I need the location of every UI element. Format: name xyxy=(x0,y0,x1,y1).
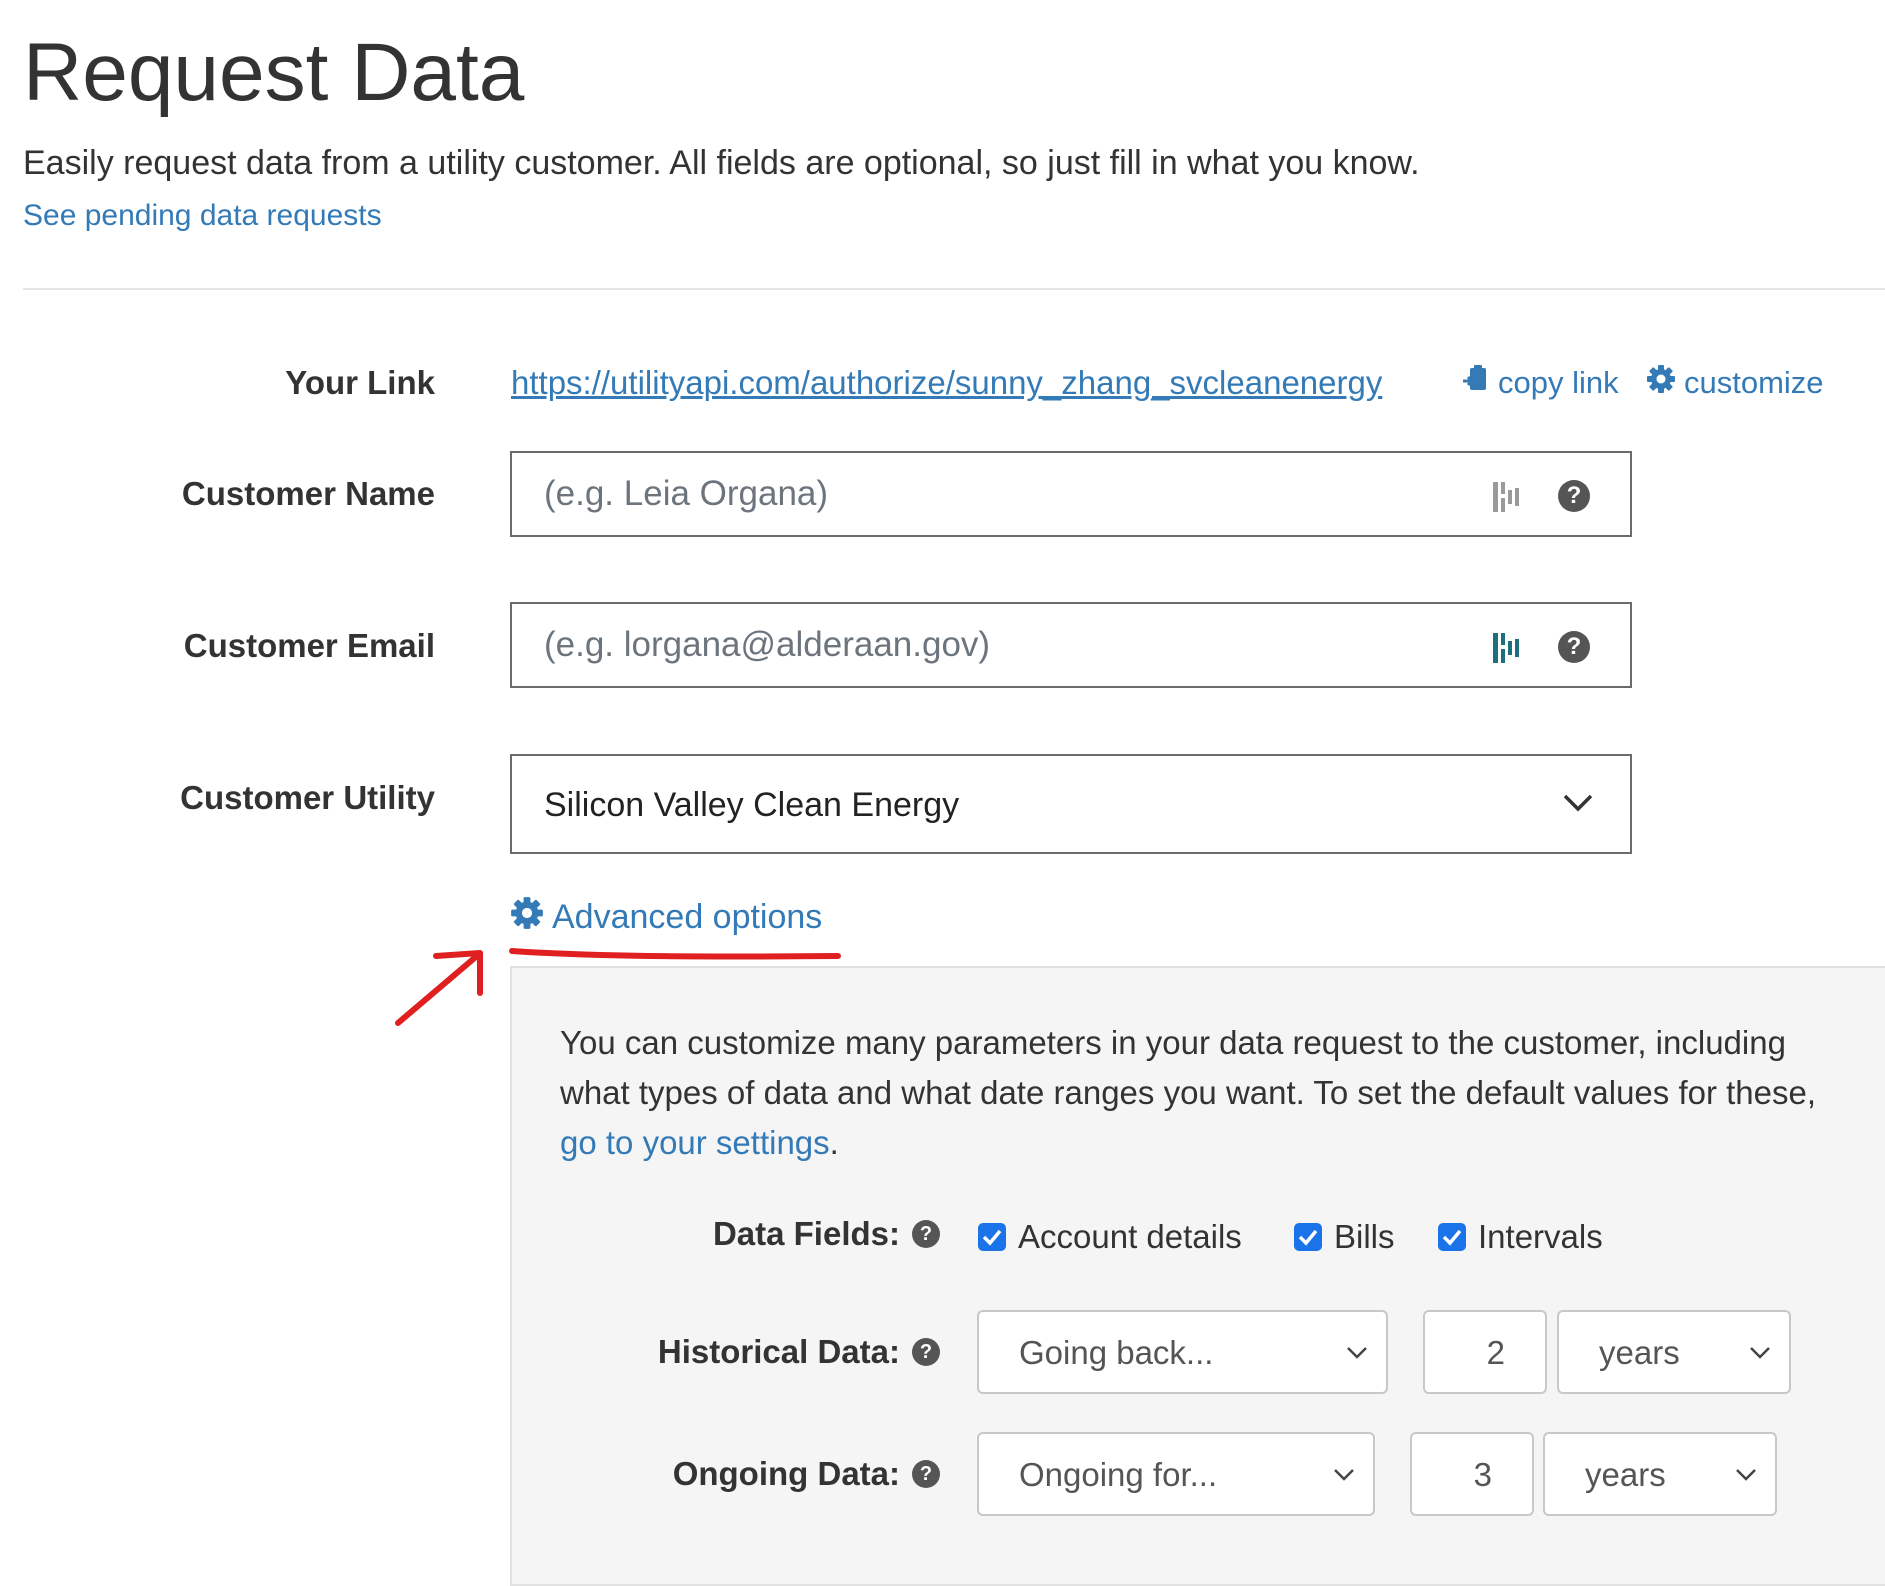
checkbox-label: Bills xyxy=(1334,1218,1395,1255)
settings-link[interactable]: go to your settings xyxy=(560,1124,830,1161)
chevron-down-icon xyxy=(1333,1468,1355,1482)
ongoing-data-label-text: Ongoing Data: xyxy=(672,1455,900,1492)
chevron-down-icon xyxy=(1562,792,1594,814)
advanced-intro-text: You can customize many parameters in you… xyxy=(560,1018,1820,1168)
your-link-label: Your Link xyxy=(285,364,435,401)
ongoing-amount-input[interactable]: 3 xyxy=(1410,1432,1534,1516)
clipboard-icon xyxy=(1462,364,1490,402)
password-manager-icon[interactable] xyxy=(1492,480,1520,514)
advanced-options-label: Advanced options xyxy=(552,898,823,936)
chevron-down-icon xyxy=(1735,1468,1757,1482)
ongoing-mode-value: Ongoing for... xyxy=(1019,1456,1218,1493)
divider xyxy=(23,288,1885,290)
ongoing-amount-value: 3 xyxy=(1473,1456,1492,1493)
annotation-arrow xyxy=(395,950,483,1026)
historical-unit-select[interactable]: years xyxy=(1557,1310,1791,1394)
ongoing-mode-select[interactable]: Ongoing for... xyxy=(977,1432,1375,1516)
customer-email-label: Customer Email xyxy=(183,627,435,664)
chevron-down-icon xyxy=(1749,1346,1771,1360)
copy-link-label: copy link xyxy=(1498,365,1619,400)
customer-utility-value: Silicon Valley Clean Energy xyxy=(544,786,960,824)
help-icon[interactable]: ? xyxy=(1558,631,1590,663)
checkbox-account-details[interactable]: Account details xyxy=(978,1218,1242,1256)
data-fields-label-text: Data Fields: xyxy=(712,1215,900,1252)
historical-mode-value: Going back... xyxy=(1019,1334,1214,1371)
pending-requests-link[interactable]: See pending data requests xyxy=(23,199,382,233)
annotation-underline xyxy=(509,948,841,960)
historical-data-label-text: Historical Data: xyxy=(657,1333,900,1370)
customer-utility-label: Customer Utility xyxy=(180,779,435,816)
historical-amount-value: 2 xyxy=(1486,1334,1505,1371)
customer-email-input[interactable] xyxy=(512,604,1412,686)
customer-utility-select[interactable]: Silicon Valley Clean Energy xyxy=(510,754,1632,854)
help-icon[interactable]: ? xyxy=(1558,480,1590,512)
customer-name-label: Customer Name xyxy=(181,475,435,512)
intro-text-before: You can customize many parameters in you… xyxy=(560,1024,1817,1111)
checkbox-label: Account details xyxy=(1018,1218,1242,1255)
customer-name-field: ? xyxy=(510,451,1632,537)
advanced-options-toggle[interactable]: Advanced options xyxy=(510,896,822,939)
historical-data-label: Historical Data: ? xyxy=(658,1333,940,1371)
chevron-down-icon xyxy=(1346,1346,1368,1360)
checkbox-intervals[interactable]: Intervals xyxy=(1438,1218,1603,1256)
page-description: Easily request data from a utility custo… xyxy=(23,144,1420,182)
customize-link-button[interactable]: customize xyxy=(1646,364,1824,402)
page-title: Request Data xyxy=(23,27,525,118)
ongoing-unit-value: years xyxy=(1585,1456,1666,1493)
historical-mode-select[interactable]: Going back... xyxy=(977,1310,1388,1394)
copy-link-button[interactable]: copy link xyxy=(1462,364,1619,402)
help-icon[interactable]: ? xyxy=(912,1220,940,1248)
help-icon[interactable]: ? xyxy=(912,1338,940,1366)
customer-name-input[interactable] xyxy=(512,453,1412,535)
customer-email-field: ? xyxy=(510,602,1632,688)
historical-amount-input[interactable]: 2 xyxy=(1423,1310,1547,1394)
gear-icon xyxy=(510,896,544,939)
checkbox-checked-icon[interactable] xyxy=(978,1223,1006,1251)
ongoing-data-label: Ongoing Data: ? xyxy=(673,1455,940,1493)
data-fields-label: Data Fields: ? xyxy=(713,1215,940,1253)
ongoing-unit-select[interactable]: years xyxy=(1543,1432,1777,1516)
checkbox-label: Intervals xyxy=(1478,1218,1603,1255)
checkbox-checked-icon[interactable] xyxy=(1294,1223,1322,1251)
authorize-url-link[interactable]: https://utilityapi.com/authorize/sunny_z… xyxy=(511,364,1382,402)
help-icon[interactable]: ? xyxy=(912,1460,940,1488)
password-manager-icon[interactable] xyxy=(1492,631,1520,665)
customize-label: customize xyxy=(1684,365,1824,400)
checkbox-bills[interactable]: Bills xyxy=(1294,1218,1395,1256)
checkbox-checked-icon[interactable] xyxy=(1438,1223,1466,1251)
intro-text-after: . xyxy=(829,1124,839,1161)
gear-icon xyxy=(1646,364,1676,402)
historical-unit-value: years xyxy=(1599,1334,1680,1371)
